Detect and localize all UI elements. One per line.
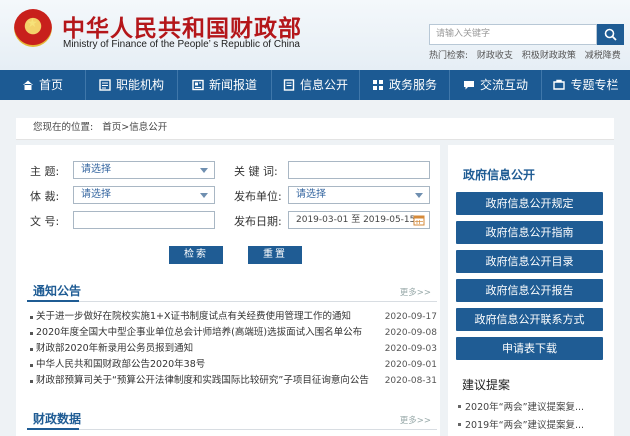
news-icon [192, 79, 204, 91]
list-item-title[interactable]: 财政部2020年新录用公务员报到通知 [36, 341, 376, 357]
fiscal-header: 财政数据 更多>> [27, 410, 437, 430]
org-icon [99, 79, 111, 91]
genre-select[interactable]: 请选择 [73, 186, 215, 204]
notices-list: 关于进一步做好在院校实施1+X证书制度试点有关经费使用管理工作的通知 2020-0… [30, 309, 440, 389]
search-submit-button[interactable]: 检索 [169, 246, 223, 264]
keyword-label: 关 键 词: [234, 165, 278, 178]
suggestion-text[interactable]: 2020年“两会”建议提案复... [465, 402, 584, 413]
reset-button[interactable]: 重置 [248, 246, 302, 264]
exchange-icon [463, 81, 474, 90]
date-range-input[interactable]: 2019-03-01 至 2019-05-15 [288, 211, 430, 229]
sidebar-button-download[interactable]: 申请表下载 [456, 337, 603, 360]
breadcrumb-path[interactable]: 首页>信息公开 [102, 122, 167, 133]
breadcrumb-prefix: 您现在的位置: [33, 122, 94, 133]
genre-label: 体 裁: [30, 190, 60, 203]
list-item-title[interactable]: 2020年度全国大中型企事业单位总会计师培养(高端班)选拔面试入围名单公布 [36, 325, 376, 341]
info-icon [283, 79, 295, 91]
keyword-input[interactable] [288, 161, 430, 179]
notices-header: 通知公告 更多>> [27, 282, 437, 302]
national-emblem-icon: ★ [14, 9, 52, 47]
topic-label: 主 题: [30, 165, 60, 178]
list-item-date: 2020-09-01 [384, 360, 437, 370]
date-separator: 至 [351, 215, 361, 225]
nav-item-label: 信息公开 [299, 78, 348, 92]
sidebar-button-guide[interactable]: 政府信息公开指南 [456, 221, 603, 244]
section-underline [27, 300, 79, 302]
date-from: 2019-03-01 [296, 215, 349, 225]
list-item[interactable]: 财政部预算司关于“预算公开法律制度和实践国际比较研究”子项目征询意向公告 2020… [30, 373, 440, 389]
nav-item-label: 专题专栏 [570, 78, 619, 92]
nav-item-label: 新闻报道 [208, 78, 257, 92]
date-to: 2019-05-15 [363, 215, 416, 225]
list-item-title[interactable]: 关于进一步做好在院校实施1+X证书制度试点有关经费使用管理工作的通知 [36, 309, 376, 325]
suggestions-title: 建议提案 [462, 378, 511, 392]
list-item[interactable]: 中华人民共和国财政部公告2020年38号 2020-09-01 [30, 357, 440, 373]
list-item-date: 2020-08-31 [384, 376, 437, 386]
nav-item-label: 职能机构 [115, 78, 164, 92]
hot-search-label: 热门检索: [429, 51, 469, 61]
topic-select[interactable]: 请选择 [73, 161, 215, 179]
list-item-date: 2020-09-17 [384, 312, 437, 322]
section-underline [27, 428, 79, 430]
sidebar-button-catalog[interactable]: 政府信息公开目录 [456, 250, 603, 273]
topic-select-value: 请选择 [81, 164, 111, 175]
unit-select-value: 请选择 [296, 189, 326, 200]
nav-item-label: 政务服务 [388, 78, 437, 92]
hot-search-item[interactable]: 积极财政政策 [522, 51, 576, 61]
doc-number-label: 文 号: [30, 215, 60, 228]
list-item-title[interactable]: 财政部预算司关于“预算公开法律制度和实践国际比较研究”子项目征询意向公告 [36, 373, 376, 389]
suggestion-item[interactable]: 2019年“两会”建议提案复... [456, 417, 612, 431]
list-item[interactable]: 财政部2020年新录用公务员报到通知 2020-09-03 [30, 341, 440, 357]
nav-item-service[interactable]: 政务服务 [360, 70, 450, 100]
chevron-down-icon [200, 193, 208, 198]
search-icon [604, 28, 617, 41]
list-item[interactable]: 关于进一步做好在院校实施1+X证书制度试点有关经费使用管理工作的通知 2020-0… [30, 309, 440, 325]
notices-title: 通知公告 [33, 284, 82, 298]
nav-item-home[interactable]: 首页 [0, 70, 86, 100]
sidebar-title: 政府信息公开 [463, 168, 536, 182]
list-item-date: 2020-09-08 [384, 328, 437, 338]
nav-item-topic[interactable]: 专题专栏 [542, 70, 630, 100]
nav-item-news[interactable]: 新闻报道 [178, 70, 272, 100]
sidebar-button-report[interactable]: 政府信息公开报告 [456, 279, 603, 302]
breadcrumb: 您现在的位置: 首页>信息公开 [16, 118, 614, 140]
site-header: ★ 中华人民共和国财政部 Ministry of Finance of the … [0, 0, 630, 70]
calendar-icon[interactable] [413, 214, 425, 226]
search-button[interactable] [597, 24, 624, 45]
hot-search-item[interactable]: 财政收支 [477, 51, 513, 61]
nav-item-org[interactable]: 职能机构 [86, 70, 178, 100]
hot-search: 热门检索: 财政收支 积极财政政策 减税降费 [429, 48, 627, 61]
list-item-date: 2020-09-03 [384, 344, 437, 354]
suggestion-item[interactable]: 2020年“两会”建议提案复... [456, 399, 612, 413]
home-icon [22, 80, 33, 90]
chevron-down-icon [415, 193, 423, 198]
service-icon [372, 80, 383, 90]
nav-item-label: 交流互动 [479, 78, 528, 92]
chevron-down-icon [200, 168, 208, 173]
date-label: 发布日期: [234, 215, 282, 228]
search-input[interactable]: 请输入关键字 [429, 24, 597, 45]
doc-number-input[interactable] [73, 211, 215, 229]
site-subtitle: Ministry of Finance of the People’ s Rep… [63, 39, 300, 50]
list-item-title[interactable]: 中华人民共和国财政部公告2020年38号 [36, 357, 376, 373]
nav-item-info[interactable]: 信息公开 [272, 70, 360, 100]
site-title[interactable]: 中华人民共和国财政部 [62, 9, 302, 43]
notices-more-link[interactable]: 更多>> [400, 286, 431, 298]
genre-select-value: 请选择 [81, 189, 111, 200]
unit-select[interactable]: 请选择 [288, 186, 430, 204]
unit-label: 发布单位: [234, 190, 282, 203]
sidebar-button-rules[interactable]: 政府信息公开规定 [456, 192, 603, 215]
main-nav: 首页 职能机构 新闻报道 信息公开 政务服务 交流互动 专题专栏 [0, 70, 630, 100]
hot-search-item[interactable]: 减税降费 [585, 51, 621, 61]
sidebar-button-contact[interactable]: 政府信息公开联系方式 [456, 308, 603, 331]
topic-icon [553, 79, 566, 90]
nav-item-label: 首页 [38, 78, 63, 92]
suggestion-text[interactable]: 2019年“两会”建议提案复... [465, 420, 584, 431]
fiscal-title: 财政数据 [33, 412, 82, 426]
list-item[interactable]: 2020年度全国大中型企事业单位总会计师培养(高端班)选拔面试入围名单公布 202… [30, 325, 440, 341]
nav-item-exchange[interactable]: 交流互动 [450, 70, 542, 100]
fiscal-more-link[interactable]: 更多>> [400, 414, 431, 426]
